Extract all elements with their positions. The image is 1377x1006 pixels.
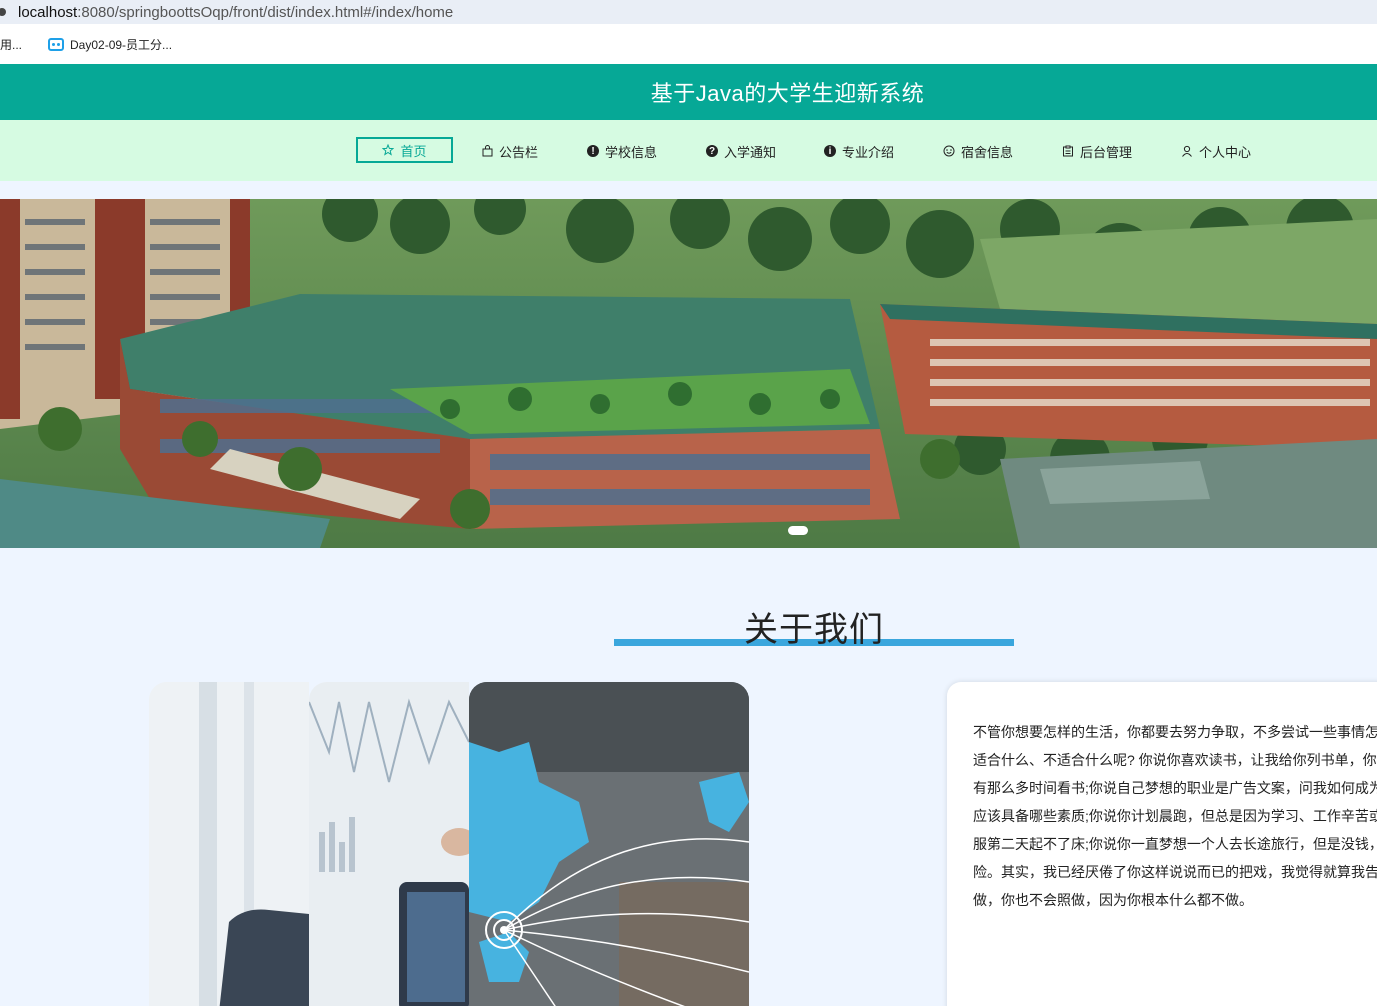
about-text-line: 不管你想要怎样的生活，你都要去努力争取，不多尝试一些事情怎 <box>973 724 1377 740</box>
info-icon: i <box>824 145 836 157</box>
nav-item-profile[interactable]: 个人中心 <box>1181 138 1251 164</box>
about-text: 不管你想要怎样的生活，你都要去努力争取，不多尝试一些事情怎 适合什么、不适合什么呢… <box>973 718 1377 914</box>
about-text-line: 险。其实，我已经厌倦了你这样说说而已的把戏，我觉得就算我告 <box>973 864 1377 880</box>
user-icon <box>1181 145 1193 157</box>
about-text-line: 做，你也不会照做，因为你根本什么都不做。 <box>973 892 1253 908</box>
campus-aerial-image <box>0 199 1377 548</box>
site-title: 基于Java的大学生迎新系统 <box>650 81 925 106</box>
carousel-dot-active[interactable] <box>788 526 808 535</box>
nav-item-majors-label: 专业介绍 <box>842 144 895 160</box>
about-text-line: 适合什么、不适合什么呢? 你说你喜欢读书，让我给你列书单，你 <box>973 752 1377 768</box>
url-host: localhost <box>18 3 78 21</box>
about-image-world-map <box>469 682 749 1006</box>
browser-url-bar[interactable]: localhost:8080/springboottsOqp/front/dis… <box>0 0 1377 24</box>
nav-item-home[interactable]: 首页 <box>356 137 453 163</box>
about-text-line: 应该具备哪些素质;你说你计划晨跑，但总是因为学习、工作辛苦或 <box>973 808 1377 824</box>
bookmarks-bar: 用... Day02-09-员工分... <box>0 24 1377 64</box>
site-info-icon[interactable] <box>0 8 6 16</box>
bookmark-1[interactable]: 用... <box>0 36 22 53</box>
nav-item-profile-label: 个人中心 <box>1199 144 1252 160</box>
nav-item-admin[interactable]: 后台管理 <box>1062 138 1132 164</box>
bag-icon <box>481 145 493 157</box>
nav-item-dormitory[interactable]: 宿舍信息 <box>943 138 1013 164</box>
nav-item-school-info-label: 学校信息 <box>605 144 658 160</box>
nav-item-notices[interactable]: 公告栏 <box>481 138 538 164</box>
question-icon: ? <box>706 145 718 157</box>
url-path: :8080/springboottsOqp/front/dist/index.h… <box>77 3 454 21</box>
about-image-office <box>149 682 309 1006</box>
star-icon <box>382 144 395 156</box>
smile-icon <box>943 145 955 157</box>
about-text-line: 有那么多时间看书;你说自己梦想的职业是广告文案，问我如何成为 <box>973 780 1377 796</box>
nav-item-notices-label: 公告栏 <box>499 144 539 160</box>
nav-item-school-info[interactable]: ! 学校信息 <box>587 138 657 164</box>
nav-item-majors[interactable]: i 专业介绍 <box>824 138 894 164</box>
main-nav: 首页 公告栏 ! 学校信息 ? 入学通知 i 专业介绍 宿舍信息 后台管理 个人… <box>0 120 1377 181</box>
about-text-card: 不管你想要怎样的生活，你都要去努力争取，不多尝试一些事情怎 适合什么、不适合什么呢… <box>947 682 1377 1006</box>
about-image-stack <box>149 682 749 1006</box>
nav-item-dormitory-label: 宿舍信息 <box>961 144 1014 160</box>
bilibili-icon <box>48 37 65 51</box>
hero-carousel[interactable] <box>0 199 1377 548</box>
nav-item-admin-label: 后台管理 <box>1080 144 1133 160</box>
about-heading: 关于我们 <box>614 608 1014 652</box>
bookmark-2-label: Day02-09-员工分... <box>70 37 173 52</box>
clipboard-icon <box>1062 145 1074 157</box>
info-icon: ! <box>587 145 599 157</box>
about-image-analytics <box>309 682 469 1006</box>
nav-item-admission-notice[interactable]: ? 入学通知 <box>706 138 776 164</box>
carousel-indicators <box>788 526 808 535</box>
bookmark-1-label: 用... <box>0 37 23 52</box>
nav-item-home-label: 首页 <box>400 143 427 159</box>
site-header: 基于Java的大学生迎新系统 <box>0 64 1377 120</box>
url-text[interactable]: localhost:8080/springboottsOqp/front/dis… <box>18 4 453 21</box>
nav-item-admission-notice-label: 入学通知 <box>724 144 777 160</box>
about-title: 关于我们 <box>744 611 884 649</box>
bookmark-2[interactable]: Day02-09-员工分... <box>48 36 172 53</box>
about-text-line: 服第二天起不了床;你说你一直梦想一个人去长途旅行，但是没钱， <box>973 836 1377 852</box>
